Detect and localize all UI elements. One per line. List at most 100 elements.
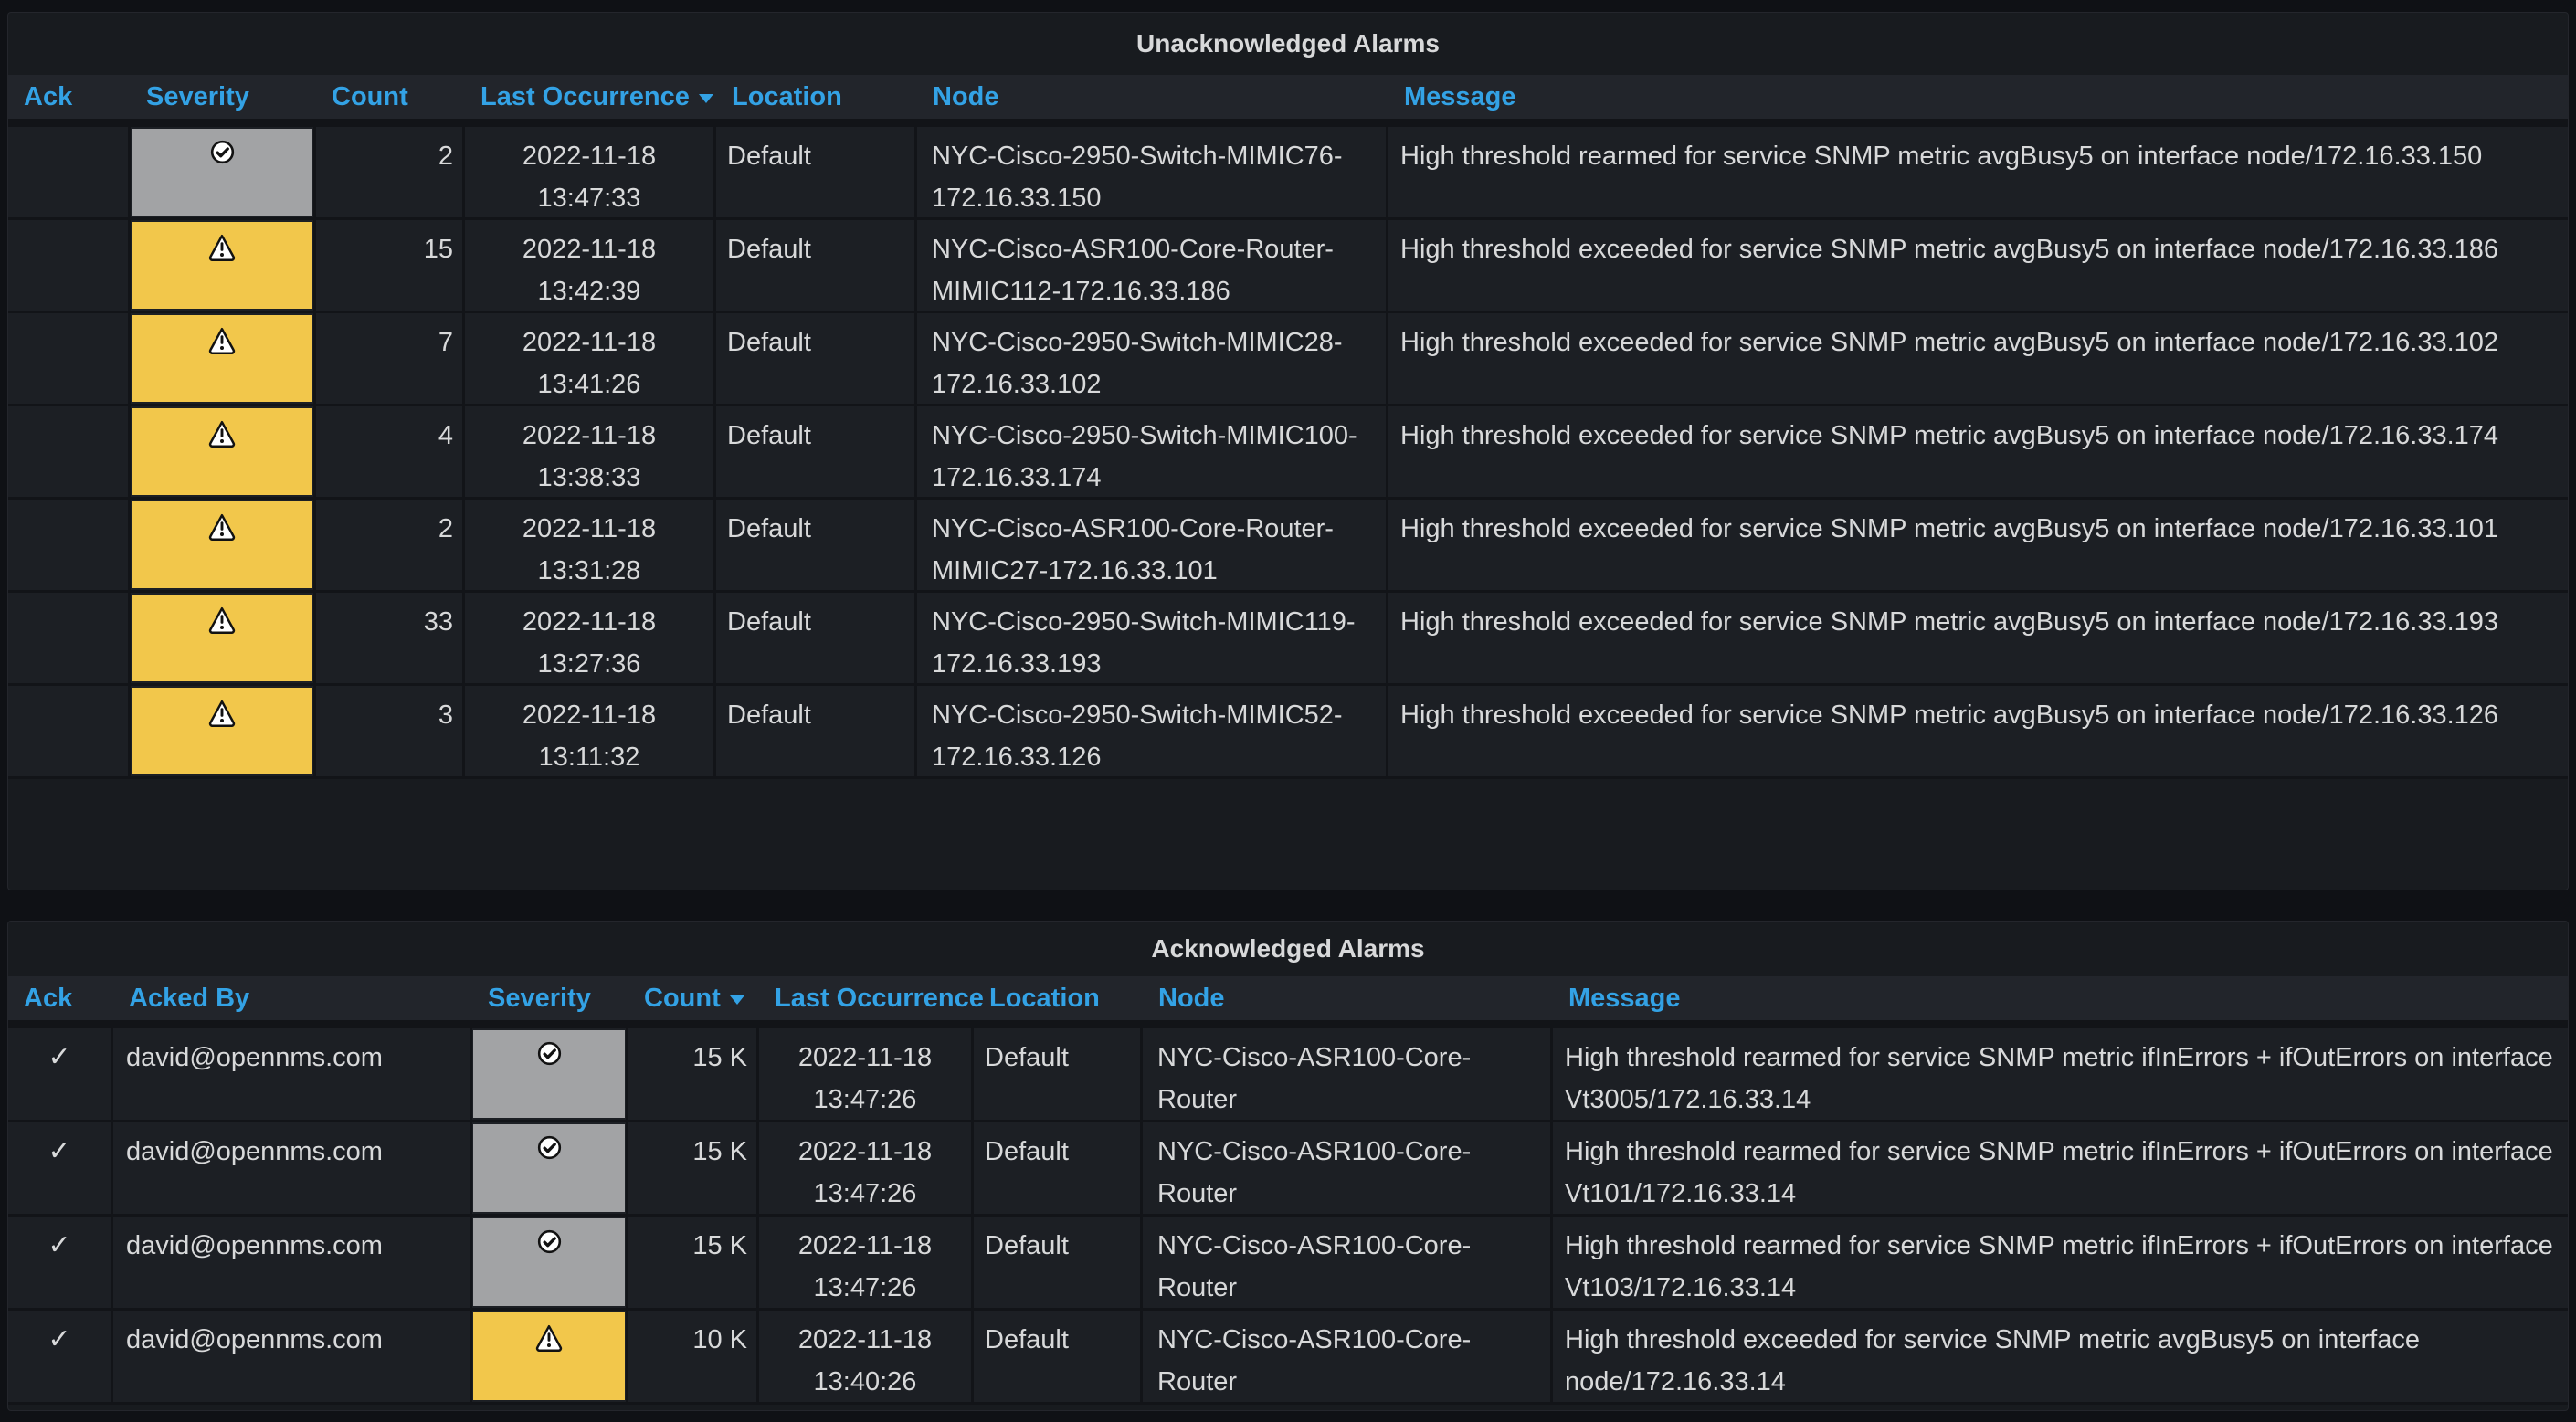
panel-title-acknowledged[interactable]: Acknowledged Alarms <box>8 922 2568 976</box>
location-cell: Default <box>974 1122 1143 1214</box>
message-cell: High threshold exceeded for service SNMP… <box>1388 406 2568 497</box>
column-header-count[interactable]: Count <box>628 984 759 1014</box>
ack-cell: ✓ <box>8 1122 113 1214</box>
table-row[interactable]: 3 2022-11-1813:11:32 Default NYC-Cisco-2… <box>8 686 2568 779</box>
severity-badge <box>132 688 312 774</box>
severity-badge <box>132 222 312 309</box>
column-header-severity[interactable]: Severity <box>472 984 628 1014</box>
severity-cell <box>472 1028 628 1120</box>
message-cell: High threshold rearmed for service SNMP … <box>1553 1028 2568 1120</box>
count-cell: 7 <box>316 313 465 404</box>
count-cell: 33 <box>316 593 465 683</box>
severity-cell <box>131 406 316 497</box>
table-row[interactable]: ✓ david@opennms.com 15 K 2022-11-1813:47… <box>8 1217 2568 1311</box>
check-circle-icon <box>537 1229 562 1254</box>
node-cell: NYC-Cisco-ASR100-Core-Router <box>1143 1028 1553 1120</box>
node-cell: NYC-Cisco-ASR100-Core-Router <box>1143 1122 1553 1214</box>
count-cell: 15 K <box>628 1122 759 1214</box>
table-row[interactable]: ✓ david@opennms.com 15 K 2022-11-1813:47… <box>8 1122 2568 1217</box>
severity-badge <box>132 129 312 216</box>
table-row[interactable]: 7 2022-11-1813:41:26 Default NYC-Cisco-2… <box>8 313 2568 406</box>
sort-caret-icon <box>699 94 713 103</box>
count-cell: 4 <box>316 406 465 497</box>
ack-cell <box>8 593 131 683</box>
column-header-message[interactable]: Message <box>1388 82 2568 112</box>
column-header-acked-by[interactable]: Acked By <box>113 984 472 1014</box>
acked-by-cell: david@opennms.com <box>113 1217 472 1308</box>
warning-triangle-icon <box>208 419 236 448</box>
message-cell: High threshold rearmed for service SNMP … <box>1553 1122 2568 1214</box>
acked-by-cell: david@opennms.com <box>113 1028 472 1120</box>
message-cell: High threshold rearmed for service SNMP … <box>1553 1217 2568 1308</box>
panel-acknowledged-alarms: Acknowledged Alarms Ack Acked By Severit… <box>7 921 2569 1411</box>
severity-badge <box>473 1312 625 1400</box>
ack-cell: ✓ <box>8 1028 113 1120</box>
ack-cell <box>8 406 131 497</box>
node-cell: NYC-Cisco-2950-Switch-MIMIC28-172.16.33.… <box>917 313 1388 404</box>
last-occurrence-cell: 2022-11-1813:40:26 <box>759 1311 974 1402</box>
table-header-row: Ack Severity Count Last Occurrence Locat… <box>8 75 2568 127</box>
node-cell: NYC-Cisco-2950-Switch-MIMIC100-172.16.33… <box>917 406 1388 497</box>
node-cell: NYC-Cisco-ASR100-Core-Router-MIMIC112-17… <box>917 220 1388 311</box>
severity-badge <box>473 1218 625 1306</box>
column-header-last-occurrence[interactable]: Last Occurrence <box>465 82 716 112</box>
panel-title-unacknowledged[interactable]: Unacknowledged Alarms <box>8 13 2568 75</box>
ack-cell: ✓ <box>8 1311 113 1402</box>
table-row[interactable]: 33 2022-11-1813:27:36 Default NYC-Cisco-… <box>8 593 2568 686</box>
ack-cell <box>8 127 131 217</box>
acked-by-cell: david@opennms.com <box>113 1122 472 1214</box>
column-header-node[interactable]: Node <box>917 82 1388 112</box>
check-circle-icon <box>537 1135 562 1160</box>
last-occurrence-cell: 2022-11-1813:27:36 <box>465 593 716 683</box>
last-occurrence-cell: 2022-11-1813:42:39 <box>465 220 716 311</box>
column-header-location[interactable]: Location <box>974 984 1143 1014</box>
location-cell: Default <box>716 500 917 590</box>
table-row[interactable]: ✓ david@opennms.com 10 K 2022-11-1813:40… <box>8 1311 2568 1405</box>
severity-badge <box>132 501 312 588</box>
column-header-last-occurrence[interactable]: Last Occurrence <box>759 984 974 1014</box>
ack-cell <box>8 220 131 311</box>
last-occurrence-cell: 2022-11-1813:47:26 <box>759 1028 974 1120</box>
warning-triangle-icon <box>208 233 236 261</box>
location-cell: Default <box>716 593 917 683</box>
check-circle-icon <box>537 1041 562 1066</box>
unacknowledged-alarms-table: Ack Severity Count Last Occurrence Locat… <box>8 75 2568 779</box>
column-header-severity[interactable]: Severity <box>131 82 316 112</box>
table-header-row: Ack Acked By Severity Count Last Occurre… <box>8 976 2568 1028</box>
column-header-node[interactable]: Node <box>1143 984 1553 1014</box>
location-cell: Default <box>974 1217 1143 1308</box>
severity-badge <box>132 315 312 402</box>
column-header-location[interactable]: Location <box>716 82 917 112</box>
sort-caret-icon <box>730 995 744 1005</box>
table-row[interactable]: 2 2022-11-1813:31:28 Default NYC-Cisco-A… <box>8 500 2568 593</box>
table-row[interactable]: 4 2022-11-1813:38:33 Default NYC-Cisco-2… <box>8 406 2568 500</box>
warning-triangle-icon <box>208 699 236 727</box>
last-occurrence-cell: 2022-11-1813:47:33 <box>465 127 716 217</box>
table-row[interactable]: ✓ david@opennms.com 15 K 2022-11-1813:47… <box>8 1028 2568 1122</box>
ack-cell <box>8 500 131 590</box>
panel-unacknowledged-alarms: Unacknowledged Alarms Ack Severity Count… <box>7 12 2569 890</box>
column-header-ack[interactable]: Ack <box>8 82 131 112</box>
count-cell: 2 <box>316 500 465 590</box>
last-occurrence-cell: 2022-11-1813:38:33 <box>465 406 716 497</box>
severity-cell <box>131 313 316 404</box>
table-row[interactable]: 2 2022-11-1813:47:33 Default NYC-Cisco-2… <box>8 127 2568 220</box>
severity-cell <box>472 1311 628 1402</box>
message-cell: High threshold exceeded for service SNMP… <box>1388 220 2568 311</box>
column-header-count[interactable]: Count <box>316 82 465 112</box>
count-cell: 15 K <box>628 1028 759 1120</box>
severity-cell <box>131 593 316 683</box>
column-header-message[interactable]: Message <box>1553 984 2568 1014</box>
column-header-ack[interactable]: Ack <box>8 984 113 1014</box>
last-occurrence-cell: 2022-11-1813:47:26 <box>759 1217 974 1308</box>
count-cell: 15 K <box>628 1217 759 1308</box>
ack-cell <box>8 313 131 404</box>
last-occurrence-cell: 2022-11-1813:11:32 <box>465 686 716 776</box>
node-cell: NYC-Cisco-2950-Switch-MIMIC76-172.16.33.… <box>917 127 1388 217</box>
message-cell: High threshold exceeded for service SNMP… <box>1388 593 2568 683</box>
count-cell: 2 <box>316 127 465 217</box>
table-row[interactable]: 15 2022-11-1813:42:39 Default NYC-Cisco-… <box>8 220 2568 313</box>
location-cell: Default <box>716 220 917 311</box>
message-cell: High threshold exceeded for service SNMP… <box>1388 686 2568 776</box>
message-cell: High threshold rearmed for service SNMP … <box>1388 127 2568 217</box>
